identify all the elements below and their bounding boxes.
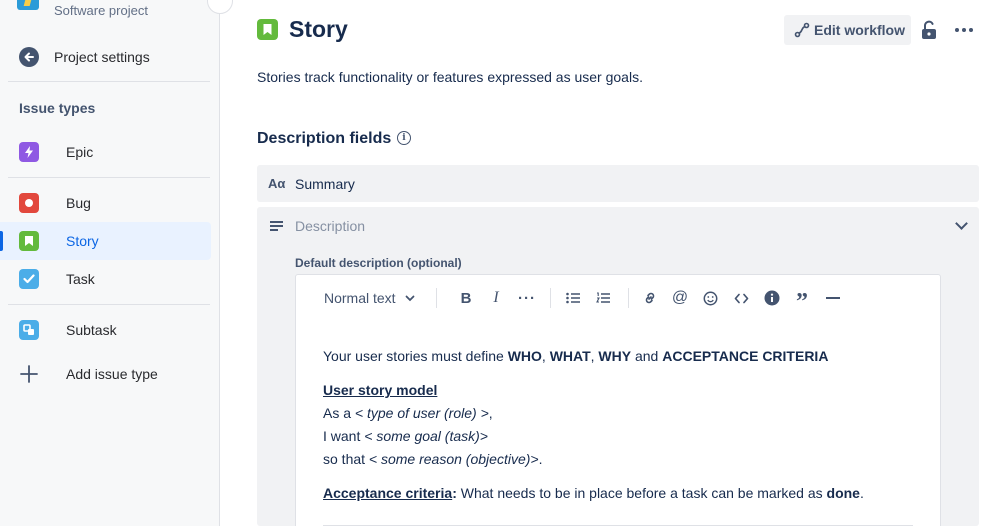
info-panel-icon[interactable] (762, 286, 782, 310)
code-icon[interactable] (731, 286, 751, 310)
issue-type-description: Stories track functionality or features … (257, 69, 643, 85)
edit-workflow-button[interactable]: Edit workflow (784, 15, 911, 45)
summary-label: Summary (295, 176, 355, 192)
text: , (488, 405, 493, 421)
sidebar-item-label: Subtask (66, 322, 117, 338)
task-icon (19, 269, 39, 289)
text-style-dropdown[interactable]: Normal text (324, 286, 420, 310)
chevron-down-icon[interactable] (955, 217, 968, 230)
project-type: Software project (54, 3, 148, 18)
project-logo (17, 0, 39, 10)
dot (969, 28, 973, 32)
info-icon[interactable]: i (397, 131, 411, 145)
edit-workflow-label: Edit workflow (814, 22, 905, 38)
bold-icon[interactable]: B (456, 286, 476, 310)
text: As a (323, 405, 355, 421)
sidebar-item-label: Task (66, 271, 95, 287)
model-line: As a < type of user (role) >, (323, 402, 864, 425)
lock-icon[interactable] (918, 18, 940, 42)
sidebar: Software project Project settings Issue … (0, 0, 220, 526)
why-text: WHY (598, 348, 632, 364)
done-text: done (826, 485, 860, 501)
rich-text-editor[interactable]: Normal text B I ··· @ ” Your user storie… (295, 274, 941, 526)
role-placeholder: < type of user (role) > (354, 405, 489, 421)
sidebar-item-story[interactable]: Story (0, 222, 211, 260)
epic-icon (19, 142, 39, 162)
emoji-icon[interactable] (700, 286, 720, 310)
sidebar-item-task[interactable]: Task (0, 260, 211, 298)
description-fields-heading: Description fields (257, 130, 392, 147)
project-settings-back[interactable]: Project settings (0, 38, 211, 76)
editor-toolbar: Normal text B I ··· @ ” (296, 275, 940, 321)
divider (8, 304, 210, 305)
numbered-list-icon[interactable] (593, 286, 613, 310)
ac-heading-text: Acceptance criteria (323, 485, 453, 501)
reason-placeholder: < some reason (objective)> (368, 451, 539, 467)
more-actions-button[interactable] (950, 18, 978, 42)
plus-icon (19, 364, 39, 384)
sidebar-item-subtask[interactable]: Subtask (0, 311, 211, 349)
who-text: WHO (507, 348, 542, 364)
toolbar-divider (436, 288, 437, 308)
back-label: Project settings (54, 49, 150, 65)
text: so that (323, 451, 369, 467)
text: . (538, 451, 543, 467)
sidebar-item-epic[interactable]: Epic (0, 133, 211, 171)
arrow-left-icon (19, 47, 39, 67)
model-line: so that < some reason (objective)>. (323, 448, 864, 471)
bug-icon (19, 193, 39, 213)
story-icon (19, 231, 39, 251)
divider-icon[interactable] (823, 286, 843, 310)
text-style-label: Normal text (324, 290, 396, 306)
toolbar-divider (550, 288, 551, 308)
toolbar-divider (628, 288, 629, 308)
sidebar-item-label: Bug (66, 195, 91, 211)
page-title: Story (289, 16, 348, 42)
mention-icon[interactable]: @ (670, 286, 690, 310)
dot (955, 28, 959, 32)
chevron-down-icon (405, 295, 414, 301)
text-field-icon: Aα (268, 176, 286, 191)
what-text: WHAT (549, 348, 591, 364)
text: I want (323, 428, 365, 444)
subtask-icon (19, 320, 39, 340)
text: What needs to be in place before a task … (456, 485, 827, 501)
story-icon (257, 19, 278, 40)
divider (8, 177, 210, 178)
editor-content[interactable]: Your user stories must define WHO, WHAT,… (323, 345, 864, 505)
description-label: Description (295, 218, 366, 234)
paragraph-icon (270, 221, 283, 233)
criteria-text: ACCEPTANCE CRITERIA (662, 348, 829, 364)
italic-icon[interactable]: I (486, 286, 506, 310)
add-issue-type-button[interactable]: Add issue type (0, 355, 211, 393)
default-description-label: Default description (optional) (295, 256, 462, 270)
sidebar-item-label: Epic (66, 144, 94, 160)
description-field: Description Default description (optiona… (257, 207, 979, 526)
sidebar-item-label: Story (66, 233, 99, 249)
summary-field[interactable]: Aα Summary (257, 165, 979, 202)
add-issue-type-label: Add issue type (66, 366, 158, 382)
text: Your user stories must define (323, 348, 508, 364)
selected-indicator (0, 231, 3, 251)
divider (8, 81, 210, 82)
intro-paragraph: Your user stories must define WHO, WHAT,… (323, 345, 864, 368)
workflow-icon (794, 22, 810, 38)
more-formatting-icon[interactable]: ··· (516, 286, 538, 310)
model-line: I want < some goal (task)> (323, 425, 864, 448)
sidebar-item-bug[interactable]: Bug (0, 184, 211, 222)
bullet-list-icon[interactable] (563, 286, 583, 310)
model-heading-text: User story model (323, 382, 438, 398)
text: . (859, 485, 864, 501)
model-heading: User story model (323, 379, 864, 402)
acceptance-criteria-paragraph: Acceptance criteria: What needs to be in… (323, 482, 864, 505)
link-icon[interactable] (640, 286, 660, 310)
dot (962, 28, 966, 32)
goal-placeholder: < some goal (task)> (364, 428, 488, 444)
issue-types-heading: Issue types (19, 100, 96, 116)
text: , (541, 348, 550, 364)
text: and (631, 348, 663, 364)
quote-icon[interactable]: ” (792, 286, 812, 315)
